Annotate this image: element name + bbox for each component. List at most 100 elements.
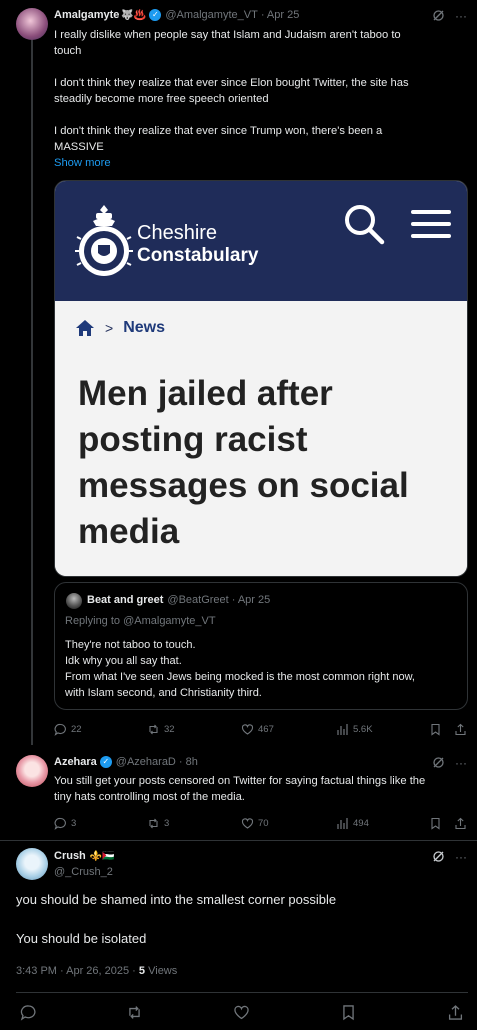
main-tweet-actions: [0, 1002, 477, 1022]
share-icon: [455, 817, 466, 829]
quoted-tweet[interactable]: Beat and greet @BeatGreet · Apr 25 Reply…: [54, 582, 468, 710]
share-button[interactable]: [454, 817, 467, 830]
search-icon: [345, 205, 385, 245]
breadcrumb-separator: >: [105, 320, 114, 336]
heart-icon: [241, 817, 254, 829]
avatar[interactable]: [16, 8, 48, 40]
views-icon: [337, 817, 348, 829]
breadcrumb-news: News: [123, 319, 165, 336]
author-name[interactable]: Crush: [54, 850, 86, 862]
post-time[interactable]: · Apr 25: [261, 9, 300, 21]
more-options-icon[interactable]: ···: [455, 9, 467, 25]
tweet-line: I don't think they realize that ever sin…: [54, 125, 383, 137]
quoted-body: They're not taboo to touch. Idk why you …: [65, 637, 461, 701]
views-count: 5.6K: [353, 723, 373, 735]
views-button[interactable]: 494: [336, 817, 369, 830]
quoted-line: Idk why you all say that.: [65, 655, 182, 667]
more-options-icon[interactable]: ···: [455, 756, 467, 772]
menu-icon: [411, 210, 451, 238]
tweet-line: I really dislike when people say that Is…: [54, 29, 401, 41]
repost-count: 3: [164, 817, 170, 829]
more-options-icon[interactable]: ···: [455, 850, 467, 866]
repost-icon: [149, 724, 158, 734]
author-name[interactable]: Amalgamyte: [54, 9, 119, 21]
name-emojis: ⚜️🇵🇸: [89, 850, 115, 862]
grok-icon[interactable]: [432, 756, 445, 772]
tweet-body: You still get your posts censored on Twi…: [54, 773, 472, 805]
tweet-header: Amalgamyte 🐺♨️ ✓ @Amalgamyte_VT · Apr 25: [54, 9, 299, 21]
verified-badge-icon: ✓: [99, 756, 112, 768]
views-label: Views: [148, 965, 178, 977]
tweet-line: steadily become more free speech oriente…: [54, 93, 269, 105]
quoted-author-handle: @BeatGreet: [167, 594, 229, 606]
reply-icon: [54, 723, 66, 736]
heart-icon: [241, 723, 254, 735]
quoted-line: with Islam second, and Christianity thir…: [65, 687, 262, 699]
breadcrumb: > News: [75, 319, 165, 337]
repost-button[interactable]: 3: [147, 817, 169, 830]
tweet-header: Azehara ✓ @AzeharaD · 8h: [54, 756, 198, 768]
tweet-top-icons: ···: [432, 850, 467, 866]
divider: [0, 840, 477, 841]
share-icon: [455, 723, 466, 735]
reply-count: 3: [71, 817, 77, 829]
handle-row: @_Crush_2: [54, 866, 113, 878]
author-name[interactable]: Azehara: [54, 756, 97, 768]
quoted-avatar: [66, 593, 82, 609]
brand-name-line2: Constabulary: [137, 245, 259, 266]
tweet-body: I really dislike when people say that Is…: [54, 27, 469, 171]
bookmark-button[interactable]: [429, 723, 442, 736]
tweet-actions: 3 3 70 494: [54, 816, 469, 830]
reply-button[interactable]: 3: [54, 817, 76, 830]
quoted-line: From what I've seen Jews being mocked is…: [65, 671, 415, 683]
author-handle[interactable]: @AzeharaD: [116, 756, 176, 768]
home-icon: [76, 320, 94, 336]
show-more-link[interactable]: Show more: [54, 155, 469, 171]
post-time[interactable]: · 8h: [179, 756, 198, 768]
reply-icon[interactable]: [20, 1004, 37, 1021]
views-number: 5: [138, 965, 146, 977]
post-meta: 3:43 PM · Apr 26, 2025 · 5 Views: [16, 965, 177, 977]
brand-name-line1: Cheshire: [137, 222, 218, 244]
grok-icon[interactable]: [432, 9, 445, 25]
divider: [16, 992, 468, 993]
author-handle[interactable]: @_Crush_2: [54, 866, 113, 878]
bookmark-icon: [431, 723, 440, 736]
tweet-line: MASSIVE: [54, 141, 104, 153]
views-button[interactable]: 5.6K: [336, 723, 373, 736]
replying-to: Replying to @Amalgamyte_VT: [65, 615, 216, 627]
like-button[interactable]: 467: [241, 723, 274, 736]
repost-button[interactable]: 32: [147, 723, 175, 736]
repost-count: 32: [164, 723, 175, 735]
reply-button[interactable]: 22: [54, 723, 82, 736]
views-icon: [337, 723, 348, 735]
news-image-card[interactable]: Cheshire Constabulary > News Men jailed …: [54, 180, 468, 577]
thread-line: [31, 40, 33, 745]
tweet-line: tiny hats controlling most of the media.: [54, 791, 245, 803]
reply-count: 22: [71, 723, 82, 735]
tweet-top-icons: ···: [432, 756, 467, 772]
quoted-line: They're not taboo to touch.: [65, 639, 196, 651]
heart-icon[interactable]: [233, 1004, 250, 1021]
tweet-header: Crush ⚜️🇵🇸: [54, 850, 115, 862]
post-timestamp[interactable]: 3:43 PM · Apr 26, 2025 ·: [16, 965, 136, 977]
tweet-line: I don't think they realize that ever sin…: [54, 77, 409, 89]
grok-icon[interactable]: [432, 850, 445, 866]
quoted-header: Beat and greet @BeatGreet · Apr 25: [87, 594, 270, 606]
bookmark-button[interactable]: [429, 817, 442, 830]
main-tweet-line: You should be isolated: [16, 931, 147, 946]
author-handle[interactable]: @Amalgamyte_VT: [165, 9, 257, 21]
card-article: > News Men jailed after posting racist m…: [55, 301, 467, 576]
bookmark-icon[interactable]: [340, 1004, 357, 1021]
avatar[interactable]: [16, 755, 48, 787]
tweet-line: You still get your posts censored on Twi…: [54, 775, 426, 787]
article-headline: Men jailed after posting racist messages…: [78, 374, 409, 551]
main-tweet-line: you should be shamed into the smallest c…: [16, 892, 337, 907]
like-button[interactable]: 70: [241, 817, 269, 830]
like-count: 70: [258, 817, 269, 829]
share-button[interactable]: [454, 723, 467, 736]
repost-icon[interactable]: [126, 1004, 143, 1021]
share-icon[interactable]: [447, 1004, 464, 1021]
avatar[interactable]: [16, 848, 48, 880]
